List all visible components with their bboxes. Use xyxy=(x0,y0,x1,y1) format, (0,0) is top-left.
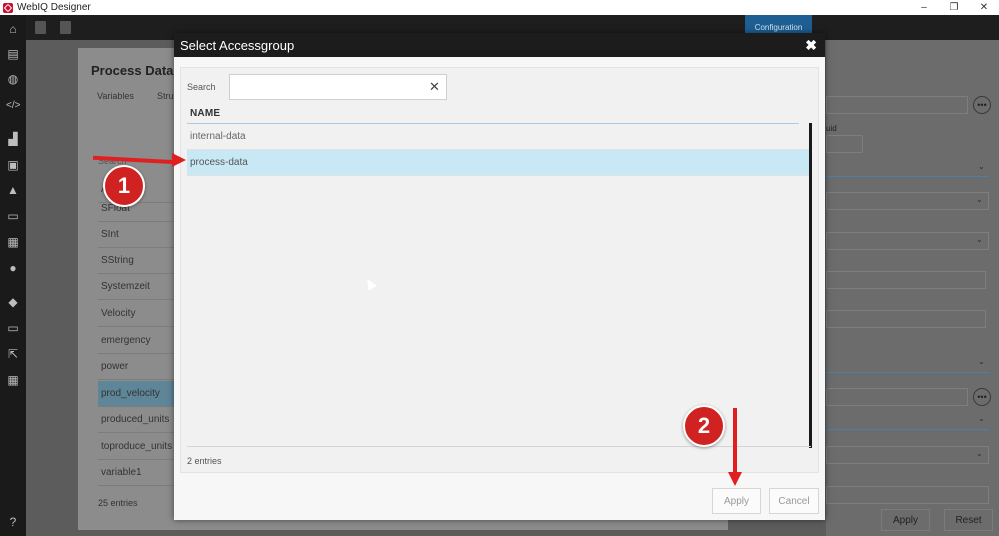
annotation-arrow-2 xyxy=(733,408,737,474)
row-name: internal-data xyxy=(190,131,246,142)
uid-label: uid xyxy=(826,124,837,133)
tab-structures[interactable]: Stru xyxy=(157,91,174,101)
column-header-name[interactable]: NAME xyxy=(190,108,220,119)
entries-count: 2 entries xyxy=(187,456,222,466)
bg-entries-count: 25 entries xyxy=(98,498,138,508)
bg-reset-button[interactable]: Reset xyxy=(944,509,993,531)
factory-icon[interactable]: ▟ xyxy=(6,132,20,146)
dialog-header: Select Accessgroup ✖ xyxy=(174,33,825,57)
process-data-title: Process Data I xyxy=(91,63,181,78)
paste-icon[interactable] xyxy=(60,21,71,34)
list-item[interactable]: SString xyxy=(98,248,174,274)
restore-button[interactable]: ❐ xyxy=(939,0,969,15)
chevron-down-icon[interactable]: ⌄ xyxy=(978,357,985,366)
property-field[interactable] xyxy=(826,96,968,114)
arrow-head-right-icon xyxy=(172,153,186,167)
step-marker-1: 1 xyxy=(103,165,145,207)
export-icon[interactable]: ⇱ xyxy=(6,347,20,361)
app-logo-icon xyxy=(3,2,13,13)
search-input[interactable] xyxy=(229,74,447,100)
home-icon[interactable]: ⌂ xyxy=(6,22,20,36)
list-item[interactable]: prod_velocity xyxy=(98,381,174,407)
more-options-icon[interactable]: ••• xyxy=(973,388,991,406)
copy-icon[interactable] xyxy=(35,21,46,34)
bg-apply-button[interactable]: Apply xyxy=(881,509,930,531)
text-field[interactable] xyxy=(826,486,989,504)
list-item[interactable]: emergency xyxy=(98,328,174,354)
list-item[interactable]: Systemzeit xyxy=(98,274,174,300)
cube-icon[interactable]: ◆ xyxy=(6,295,20,309)
property-field[interactable] xyxy=(826,388,968,406)
uid-field[interactable] xyxy=(826,135,863,153)
divider xyxy=(826,372,989,373)
grid-footer-divider xyxy=(187,446,811,447)
more-options-icon[interactable]: ••• xyxy=(973,96,991,114)
document-icon[interactable]: ▦ xyxy=(6,235,20,249)
code-icon[interactable]: </> xyxy=(6,99,20,113)
dropdown-field[interactable] xyxy=(826,446,989,464)
dropdown-field[interactable] xyxy=(826,192,989,210)
window-close-button[interactable]: ✕ xyxy=(969,0,999,15)
warning-icon[interactable]: ▲ xyxy=(6,183,20,197)
window-controls: – ❐ ✕ xyxy=(909,0,999,15)
chevron-down-icon[interactable]: ⌄ xyxy=(976,235,983,244)
table-row[interactable]: internal-data xyxy=(187,124,810,150)
select-accessgroup-dialog: Select Accessgroup ✖ Search ✕ NAME inter… xyxy=(174,33,825,520)
tab-variables[interactable]: Variables xyxy=(97,91,134,101)
list-item[interactable]: power xyxy=(98,354,174,380)
chevron-down-icon[interactable]: ⌄ xyxy=(976,449,983,458)
list-item[interactable]: toproduce_units xyxy=(98,434,174,460)
text-field[interactable] xyxy=(826,271,986,289)
chevron-down-icon[interactable]: ⌄ xyxy=(978,162,985,171)
layout-icon[interactable]: ▤ xyxy=(6,47,20,61)
grid-icon[interactable]: ▦ xyxy=(6,373,20,387)
divider xyxy=(826,176,989,177)
screen-settings-icon[interactable]: ▭ xyxy=(6,321,20,335)
left-sidebar: ⌂ ▤ ◍ </> ▟ ▣ ▲ ▭ ▦ ● ◆ ▭ ⇱ ▦ ? xyxy=(0,15,26,536)
search-label: Search xyxy=(187,82,216,92)
dropdown-field[interactable] xyxy=(826,232,989,250)
arrow-head-down-icon xyxy=(728,472,742,486)
list-item[interactable]: SInt xyxy=(98,222,174,248)
globe-icon[interactable]: ◍ xyxy=(6,72,20,86)
cancel-button[interactable]: Cancel xyxy=(769,488,819,514)
apply-button[interactable]: Apply xyxy=(712,488,761,514)
list-item[interactable]: Velocity xyxy=(98,301,174,327)
device-icon[interactable]: ▭ xyxy=(6,209,20,223)
step-marker-2: 2 xyxy=(683,405,725,447)
app-title: WebIQ Designer xyxy=(17,2,91,13)
table-row-selected[interactable]: process-data xyxy=(187,150,810,176)
chevron-down-icon[interactable]: ⌄ xyxy=(978,414,985,423)
clear-search-icon[interactable]: ✕ xyxy=(429,80,440,94)
chevron-down-icon[interactable]: ⌄ xyxy=(976,195,983,204)
help-icon[interactable]: ? xyxy=(6,515,20,529)
chart-icon[interactable]: ▣ xyxy=(6,158,20,172)
text-field[interactable] xyxy=(826,310,986,328)
row-name: process-data xyxy=(190,157,248,168)
list-item[interactable]: produced_units xyxy=(98,407,174,433)
minimize-button[interactable]: – xyxy=(909,0,939,15)
window-titlebar: WebIQ Designer – ❐ ✕ xyxy=(0,0,999,15)
list-item[interactable]: variable1 xyxy=(98,460,174,486)
dialog-close-icon[interactable]: ✖ xyxy=(805,36,817,54)
user-icon[interactable]: ● xyxy=(6,261,20,275)
vertical-scrollbar[interactable] xyxy=(809,123,812,448)
accessgroup-grid: internal-data process-data xyxy=(187,124,810,446)
divider xyxy=(826,429,989,430)
dialog-title: Select Accessgroup xyxy=(180,37,295,53)
